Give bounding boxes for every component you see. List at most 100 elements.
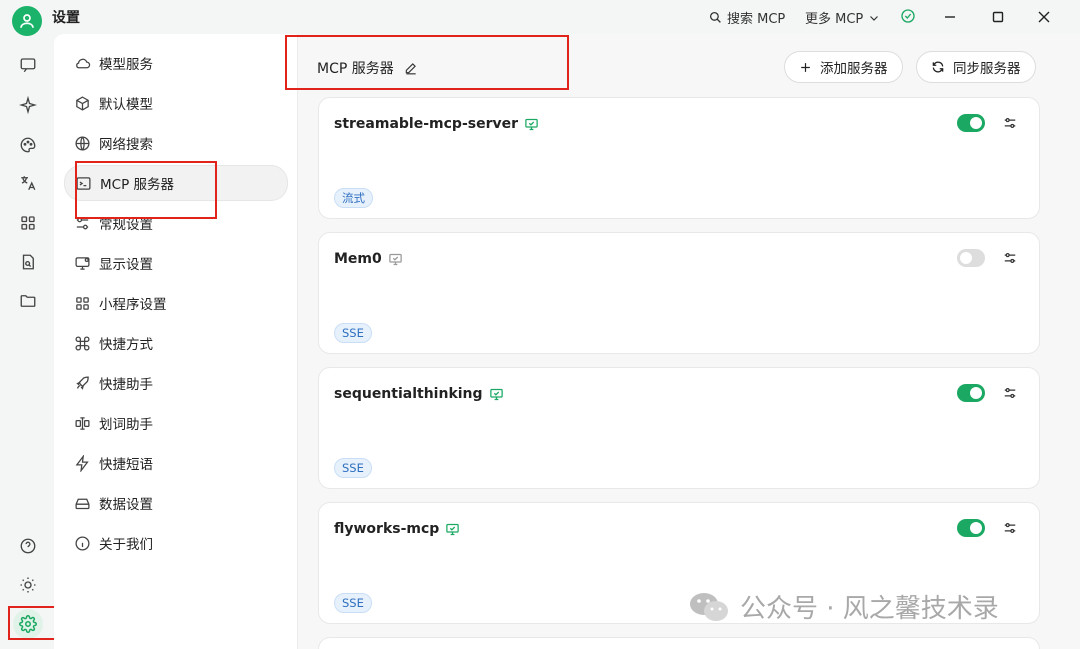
settings-menu: 模型服务 默认模型 网络搜索 MCP 服务器 常规设置 显示设置 小程序设置 快… [54, 34, 298, 649]
menu-item-label: 小程序设置 [99, 297, 167, 313]
sync-server-label: 同步服务器 [953, 61, 1021, 77]
left-rail [0, 34, 54, 649]
server-enable-toggle[interactable] [957, 249, 985, 267]
minimize-button[interactable] [938, 6, 962, 28]
refresh-icon [932, 61, 944, 73]
chevron-down-icon [870, 15, 879, 21]
server-card[interactable]: Mem0 SSE [318, 232, 1040, 354]
server-settings-button[interactable] [1001, 114, 1019, 132]
translate-icon[interactable] [16, 171, 40, 195]
server-name: Mem0 [334, 251, 382, 267]
menu-item-label: 网络搜索 [99, 137, 153, 153]
close-button[interactable] [1032, 6, 1056, 28]
server-name: streamable-mcp-server [334, 116, 519, 132]
server-card[interactable]: sequentialthinking SSE [318, 367, 1040, 489]
server-enable-toggle[interactable] [957, 384, 985, 402]
menu-item-label: 划词助手 [99, 417, 153, 433]
menu-item-selection-assistant[interactable]: 划词助手 [64, 406, 288, 440]
server-type-tag: SSE [334, 323, 372, 343]
menu-item-quick-phrases[interactable]: 快捷短语 [64, 446, 288, 480]
menu-item-label: 快捷助手 [99, 377, 153, 393]
hard-drive-icon [75, 498, 90, 509]
sparkle-icon[interactable] [16, 93, 40, 117]
sliders-icon [1004, 522, 1016, 534]
menu-item-default-model[interactable]: 默认模型 [64, 86, 288, 120]
menu-item-label: 快捷方式 [99, 337, 153, 353]
user-avatar[interactable] [12, 6, 42, 36]
server-settings-button[interactable] [1001, 249, 1019, 267]
maximize-icon [992, 11, 1004, 23]
command-icon [75, 336, 90, 350]
rocket-icon [76, 375, 89, 390]
status-check-icon [900, 8, 916, 24]
minimize-icon [945, 16, 955, 18]
server-settings-button[interactable] [1001, 519, 1019, 537]
title-bar: 设置 搜索 MCP 更多 MCP [0, 0, 1080, 36]
main-panel: MCP 服务器 添加服务器 同步服务器 streamable-mcp-serve… [298, 34, 1080, 649]
server-name-row: sequentialthinking [334, 386, 504, 402]
menu-item-quick-assistant[interactable]: 快捷助手 [64, 366, 288, 400]
highlight-box-title [285, 35, 569, 90]
zap-icon [75, 454, 89, 472]
chat-icon[interactable] [16, 53, 40, 77]
sliders-icon [1004, 117, 1016, 129]
close-icon [1038, 11, 1050, 23]
add-server-label: 添加服务器 [820, 61, 888, 77]
watermark: 公众号 · 风之馨技术录 [688, 588, 999, 625]
search-mcp-button[interactable]: 搜索 MCP [709, 8, 785, 27]
menu-item-web-search[interactable]: 网络搜索 [64, 126, 288, 160]
more-mcp-dropdown[interactable]: 更多 MCP [805, 8, 880, 27]
server-card[interactable]: streamable-mcp-server 流式 [318, 97, 1040, 219]
wechat-icon [690, 592, 728, 621]
menu-item-data-settings[interactable]: 数据设置 [64, 486, 288, 520]
server-name-row: streamable-mcp-server [334, 116, 539, 132]
server-type-tag: SSE [334, 458, 372, 478]
more-mcp-label: 更多 MCP [805, 12, 864, 27]
menu-item-about-us[interactable]: 关于我们 [64, 526, 288, 560]
server-name: flyworks-mcp [334, 521, 440, 537]
apps-grid-icon[interactable] [16, 211, 40, 235]
sun-icon[interactable] [16, 573, 40, 597]
highlight-box-mcp-menu [75, 161, 217, 219]
server-name-row: Mem0 [334, 251, 403, 267]
server-settings-button[interactable] [1001, 384, 1019, 402]
monitor-check-icon [489, 388, 503, 400]
server-type-tag: 流式 [334, 188, 373, 208]
search-icon [709, 11, 721, 23]
help-icon[interactable] [16, 534, 40, 558]
menu-item-display-settings[interactable]: 显示设置 [64, 246, 288, 280]
plus-icon [801, 62, 810, 72]
document-search-icon[interactable] [16, 250, 40, 274]
server-enable-toggle[interactable] [957, 114, 985, 132]
monitor-check-icon [446, 523, 460, 535]
maximize-button[interactable] [986, 6, 1010, 28]
user-icon [20, 14, 34, 28]
monitor-check-icon [525, 118, 538, 130]
menu-item-label: 快捷短语 [99, 457, 153, 473]
add-server-button[interactable]: 添加服务器 [784, 51, 903, 83]
folder-icon[interactable] [16, 289, 40, 313]
watermark-text: 公众号 · 风之馨技术录 [740, 594, 999, 624]
grid-icon [76, 296, 89, 310]
sliders-icon [1004, 252, 1016, 264]
app-title: 设置 [52, 10, 80, 26]
info-icon [75, 535, 90, 551]
menu-item-shortcuts[interactable]: 快捷方式 [64, 326, 288, 360]
search-mcp-label: 搜索 MCP [727, 12, 786, 27]
monitor-check-icon [389, 253, 402, 265]
sync-server-button[interactable]: 同步服务器 [916, 51, 1036, 83]
menu-item-label: 默认模型 [99, 97, 153, 113]
text-cursor-icon [75, 416, 90, 430]
menu-item-label: 模型服务 [99, 57, 153, 73]
palette-icon[interactable] [16, 133, 40, 157]
cloud-icon [76, 58, 91, 68]
menu-item-model-service[interactable]: 模型服务 [64, 46, 288, 80]
server-type-tag: SSE [334, 593, 372, 613]
server-enable-toggle[interactable] [957, 519, 985, 537]
sliders-icon [1004, 387, 1016, 399]
menu-item-miniapp-settings[interactable]: 小程序设置 [64, 286, 288, 320]
server-name: sequentialthinking [334, 386, 483, 402]
globe-icon [75, 135, 90, 151]
server-card-partial[interactable] [318, 637, 1040, 649]
server-name-row: flyworks-mcp [334, 521, 460, 537]
